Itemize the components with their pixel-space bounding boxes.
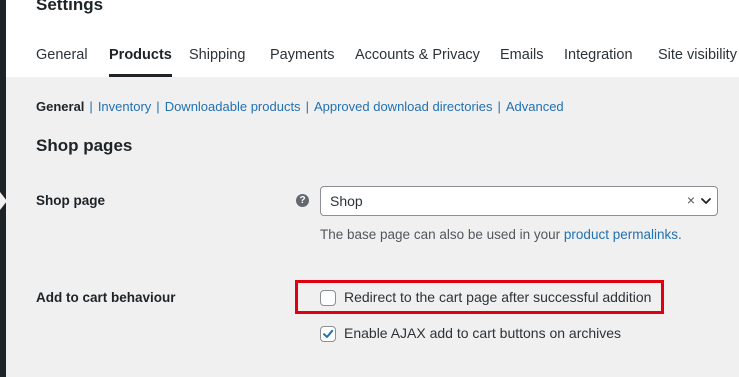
ajax-add-to-cart-checkbox[interactable] (320, 326, 336, 342)
redirect-to-cart-label[interactable]: Redirect to the cart page after successf… (344, 289, 651, 305)
subnav-general[interactable]: General (36, 99, 84, 114)
settings-tabs: General Products Shipping Payments Accou… (6, 45, 739, 77)
tab-accounts-privacy[interactable]: Accounts & Privacy (355, 45, 480, 65)
help-icon[interactable]: ? (296, 194, 309, 207)
subnav-approved-download-directories[interactable]: Approved download directories (314, 99, 493, 114)
tab-site-visibility[interactable]: Site visibility (658, 45, 737, 65)
tab-emails[interactable]: Emails (500, 45, 544, 65)
chevron-down-icon[interactable] (700, 195, 712, 207)
tab-payments[interactable]: Payments (270, 45, 334, 65)
settings-header: Settings General Products Shipping Payme… (6, 0, 739, 77)
description-text: The base page can also be used in your (320, 227, 564, 242)
page-title: Settings (36, 0, 104, 14)
tab-shipping[interactable]: Shipping (189, 45, 245, 65)
redirect-to-cart-checkbox[interactable] (320, 290, 336, 306)
subnav-separator: | (497, 99, 501, 114)
section-subnav: General | Inventory | Downloadable products |… (36, 98, 564, 116)
subnav-downloadable-products[interactable]: Downloadable products (165, 99, 301, 114)
tab-products[interactable]: Products (109, 45, 172, 77)
section-title: Shop pages (36, 136, 133, 155)
ajax-add-to-cart-label[interactable]: Enable AJAX add to cart buttons on archi… (344, 325, 621, 341)
shop-page-selected-value: Shop (330, 193, 363, 209)
product-permalinks-link[interactable]: product permalinks (564, 227, 678, 242)
shop-page-label: Shop page (36, 193, 106, 208)
description-suffix: . (677, 227, 682, 242)
subnav-separator: | (89, 99, 93, 114)
clear-selection-icon[interactable]: × (687, 192, 695, 208)
subnav-separator: | (305, 99, 309, 114)
subnav-inventory[interactable]: Inventory (98, 99, 151, 114)
add-to-cart-label: Add to cart behaviour (36, 290, 176, 305)
checkmark-icon (323, 329, 334, 338)
current-menu-pointer (0, 192, 7, 210)
tab-general[interactable]: General (36, 45, 88, 65)
shop-page-select[interactable]: Shop × (320, 186, 718, 216)
subnav-separator: | (156, 99, 160, 114)
subnav-advanced[interactable]: Advanced (506, 99, 564, 114)
shop-page-description: The base page can also be used in your p… (320, 227, 682, 242)
tab-integration[interactable]: Integration (564, 45, 633, 65)
